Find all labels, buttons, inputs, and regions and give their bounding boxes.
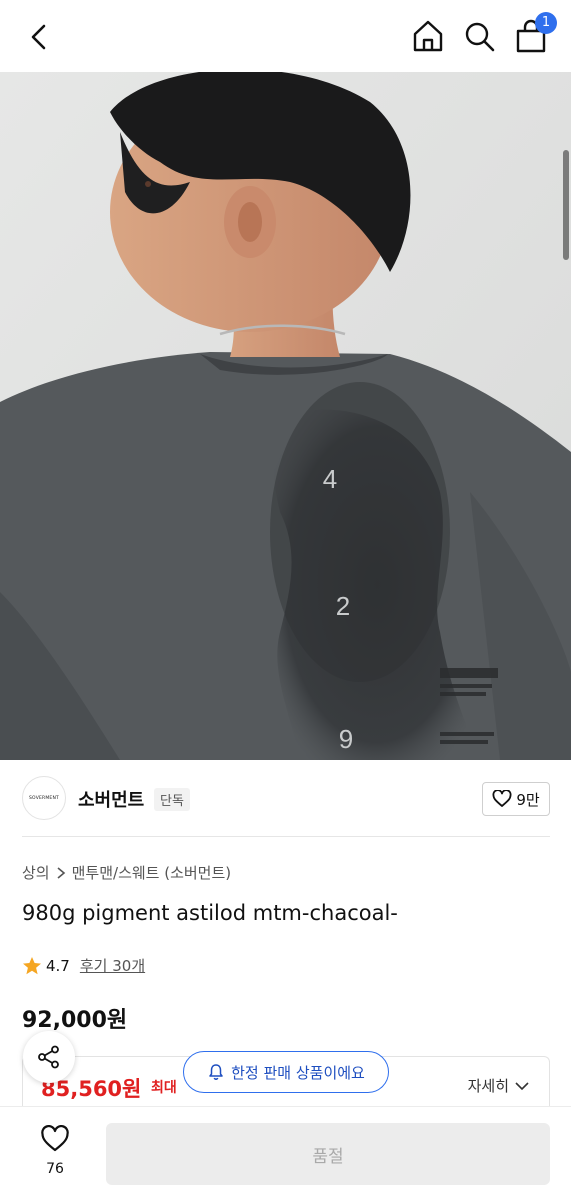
chevron-right-icon xyxy=(57,866,65,879)
exclusive-badge: 단독 xyxy=(154,788,190,811)
rating-row: 4.7 후기 30개 xyxy=(22,955,145,976)
breadcrumb-category[interactable]: 상의 xyxy=(22,862,50,883)
brand-like-button[interactable]: 9만 xyxy=(482,782,550,816)
product-photo-illustration: 4 2 9 xyxy=(0,72,571,760)
brand-row: SOVERMENT 소버먼트 단독 9만 xyxy=(22,776,550,822)
product-image[interactable]: 4 2 9 xyxy=(0,72,571,760)
search-icon[interactable] xyxy=(463,18,497,54)
home-icon[interactable] xyxy=(411,18,445,54)
shirt-number-2: 2 xyxy=(336,591,350,621)
breadcrumb: 상의 맨투맨/스웨트 (소버먼트) xyxy=(22,862,231,883)
wishlist-button[interactable]: 76 xyxy=(30,1124,80,1177)
heart-outline-icon xyxy=(41,1124,69,1152)
image-scroll-indicator[interactable] xyxy=(563,150,569,260)
limited-sale-text: 한정 판매 상품이에요 xyxy=(231,1063,365,1082)
cart-count-badge: 1 xyxy=(535,12,557,34)
detail-button[interactable]: 자세히 xyxy=(468,1075,529,1096)
heart-icon xyxy=(492,790,512,807)
wishlist-count: 76 xyxy=(46,1161,64,1177)
sale-max-label: 최대 xyxy=(151,1080,177,1096)
soldout-button[interactable]: 품절 xyxy=(106,1123,550,1185)
bottom-action-bar: 76 품절 xyxy=(0,1106,571,1200)
original-price: 92,000원 xyxy=(22,1008,128,1033)
top-bar: 1 xyxy=(0,0,571,72)
shirt-number-1: 4 xyxy=(323,464,337,494)
shirt-number-3: 9 xyxy=(339,724,353,754)
brand-name[interactable]: 소버먼트 xyxy=(78,786,144,812)
detail-label: 자세히 xyxy=(467,1077,509,1095)
brand-logo[interactable]: SOVERMENT xyxy=(22,776,66,820)
product-title: 980g pigment astilod mtm-chacoal- xyxy=(22,901,398,925)
cart-icon[interactable]: 1 xyxy=(515,12,557,54)
back-arrow-icon[interactable] xyxy=(22,20,56,54)
top-actions: 1 xyxy=(411,12,557,54)
share-button[interactable] xyxy=(23,1031,75,1083)
divider xyxy=(22,836,550,837)
star-icon xyxy=(23,956,41,974)
breadcrumb-subcategory[interactable]: 맨투맨/스웨트 (소버먼트) xyxy=(72,862,232,883)
review-count-link[interactable]: 후기 30개 xyxy=(80,955,145,976)
limited-sale-notice: 한정 판매 상품이에요 xyxy=(183,1051,389,1093)
rating-value: 4.7 xyxy=(46,956,70,975)
chevron-down-icon xyxy=(515,1081,529,1090)
brand-like-count: 9만 xyxy=(516,790,540,809)
share-icon xyxy=(38,1045,59,1069)
bell-icon xyxy=(209,1064,223,1080)
